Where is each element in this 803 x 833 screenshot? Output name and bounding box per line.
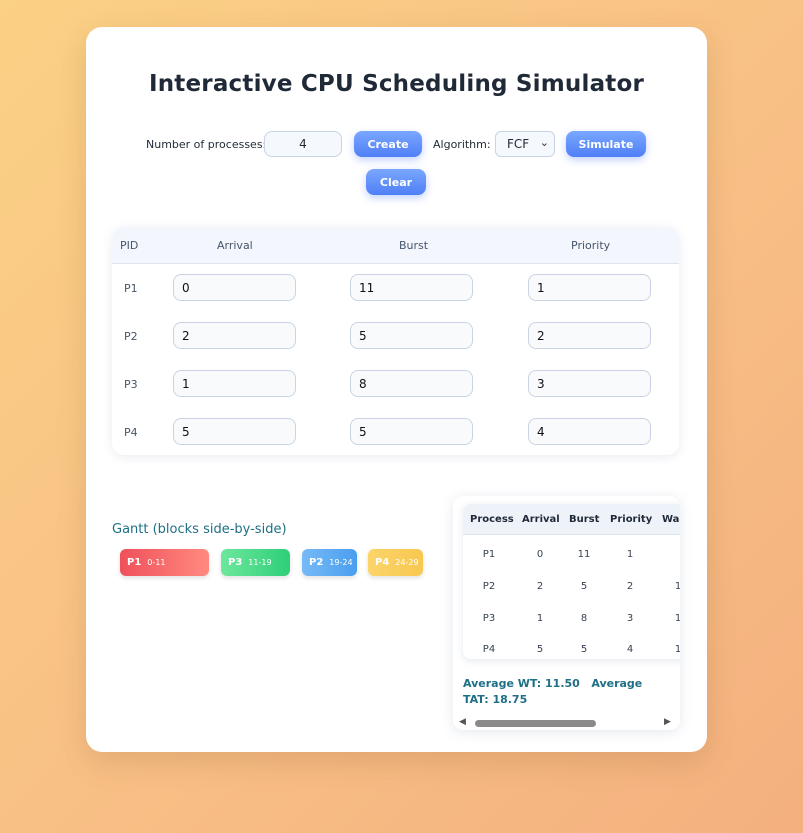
cell-process: P3 [482,613,496,624]
gantt-block-label: P1 [127,557,142,568]
burst-input[interactable]: 5 [350,322,473,349]
header-process: Process [470,514,514,525]
cell-wait: 1 [674,613,680,624]
cell-burst: 8 [580,613,588,624]
row-pid: P3 [124,378,138,391]
cell-burst: 5 [580,581,588,592]
scroll-right-icon[interactable]: ▶ [664,717,671,727]
row-pid: P2 [124,330,138,343]
chevron-down-icon: ⌄ [539,136,549,149]
cell-wait: 1 [674,644,680,655]
scroll-left-icon[interactable]: ◀ [459,717,466,727]
num-processes-label: Number of processes: [146,138,267,151]
clear-button[interactable]: Clear [366,169,426,195]
gantt-block-range: 11-19 [248,558,272,567]
cell-burst: 11 [577,549,591,560]
cell-arrival: 5 [536,644,544,655]
simulate-button[interactable]: Simulate [566,131,646,157]
cell-arrival: 2 [536,581,544,592]
gantt-block-range: 19-24 [329,558,353,567]
average-tat-prefix: Average [591,677,643,690]
cell-wait: 1 [674,581,680,592]
header-burst: Burst [569,514,600,525]
priority-input[interactable]: 1 [528,274,651,301]
algorithm-select[interactable]: FCF ⌄ [495,131,555,157]
cell-priority: 4 [626,644,634,655]
cell-process: P2 [482,581,496,592]
gantt-title: Gantt (blocks side-by-side) [112,522,287,537]
priority-input[interactable]: 4 [528,418,651,445]
results-table: Process Arrival Burst Priority Wa P1 0 1… [463,504,680,659]
cell-process: P4 [482,644,496,655]
horizontal-scrollbar[interactable]: ◀ ▶ [453,717,680,729]
process-input-table: PID Arrival Burst Priority P1 0 11 1 P2 … [112,227,679,455]
arrival-input[interactable]: 2 [173,322,296,349]
cell-arrival: 1 [536,613,544,624]
gantt-block-label: P3 [228,557,243,568]
table-header: PID Arrival Burst Priority [112,227,679,264]
arrival-input[interactable]: 1 [173,370,296,397]
cell-burst: 5 [580,644,588,655]
cell-process: P1 [482,549,496,560]
num-processes-input[interactable] [264,131,342,157]
row-pid: P4 [124,426,138,439]
results-header: Process Arrival Burst Priority Wa [463,504,680,535]
results-panel[interactable]: Process Arrival Burst Priority Wa P1 0 1… [453,496,680,730]
page-title: Interactive CPU Scheduling Simulator [148,71,645,97]
arrival-input[interactable]: 0 [173,274,296,301]
gantt-block-label: P2 [309,557,324,568]
averages-text: Average WT: 11.50 Average TAT: 18.75 [463,676,663,708]
average-wt: Average WT: 11.50 [463,677,580,690]
gantt-block: P3 11-19 [221,549,290,576]
burst-input[interactable]: 11 [350,274,473,301]
cell-priority: 3 [626,613,634,624]
row-pid: P1 [124,282,138,295]
header-burst: Burst [399,239,429,252]
simulator-card: Interactive CPU Scheduling Simulator Num… [86,27,707,752]
cell-arrival: 0 [536,549,544,560]
header-priority: Priority [610,514,653,525]
gantt-block-label: P4 [375,557,390,568]
algorithm-value: FCF [507,137,530,151]
cell-priority: 1 [626,549,634,560]
header-pid: PID [120,239,139,252]
scrollbar-thumb[interactable] [475,720,596,727]
priority-input[interactable]: 2 [528,322,651,349]
gantt-block: P2 19-24 [302,549,357,576]
gantt-block-range: 24-29 [395,558,419,567]
header-priority: Priority [571,239,611,252]
header-arrival: Arrival [522,514,560,525]
gantt-block: P1 0-11 [120,549,209,576]
gantt-block: P4 24-29 [368,549,423,576]
header-arrival: Arrival [217,239,253,252]
header-wait: Wa [662,514,680,525]
burst-input[interactable]: 8 [350,370,473,397]
cell-priority: 2 [626,581,634,592]
algorithm-label: Algorithm: [433,138,491,151]
create-button[interactable]: Create [354,131,422,157]
gantt-block-range: 0-11 [147,558,166,567]
average-tat: TAT: 18.75 [463,693,528,706]
arrival-input[interactable]: 5 [173,418,296,445]
burst-input[interactable]: 5 [350,418,473,445]
priority-input[interactable]: 3 [528,370,651,397]
